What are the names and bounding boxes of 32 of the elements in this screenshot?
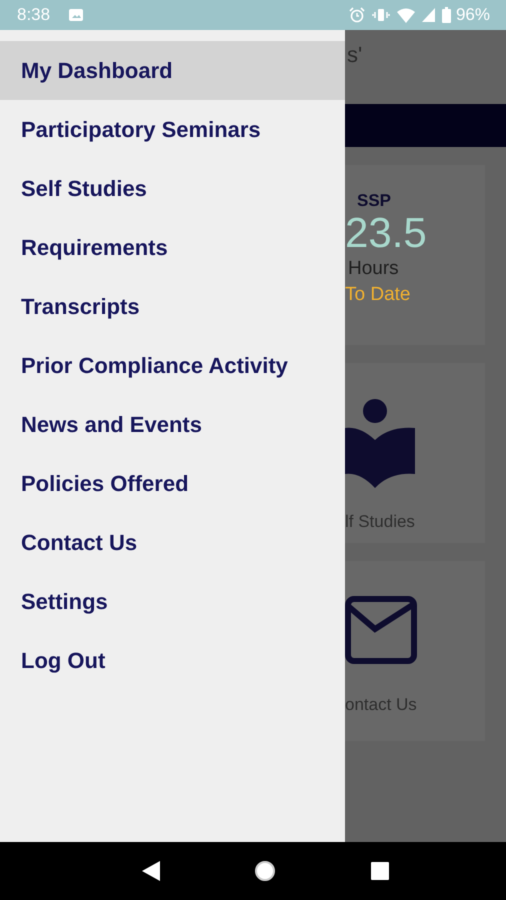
menu-item[interactable]: Contact Us bbox=[0, 513, 345, 572]
menu-item[interactable]: News and Events bbox=[0, 395, 345, 454]
hours-value: 23.5 bbox=[345, 211, 427, 256]
battery-icon bbox=[442, 7, 451, 23]
vibrate-icon bbox=[372, 7, 390, 23]
back-icon[interactable] bbox=[142, 861, 160, 881]
menu-item[interactable]: Prior Compliance Activity bbox=[0, 336, 345, 395]
page-title: s' bbox=[347, 42, 362, 68]
card-title: SSP bbox=[357, 191, 392, 211]
menu-item[interactable]: Log Out bbox=[0, 631, 345, 690]
image-icon bbox=[69, 9, 84, 21]
clock-time: 8:38 bbox=[17, 5, 50, 25]
battery-percent: 96% bbox=[456, 5, 490, 25]
hours-unit: Hours bbox=[348, 258, 399, 280]
menu-item[interactable]: Requirements bbox=[0, 218, 345, 277]
envelope-icon bbox=[345, 596, 417, 664]
card-label: lf Studies bbox=[345, 512, 415, 532]
menu-item[interactable]: Policies Offered bbox=[0, 454, 345, 513]
wifi-icon bbox=[396, 8, 415, 22]
dashboard-card[interactable]: SSP 23.5 Hours To Date bbox=[345, 165, 485, 345]
home-icon[interactable] bbox=[254, 860, 276, 882]
menu-item[interactable]: Self Studies bbox=[0, 159, 345, 218]
recents-icon[interactable] bbox=[370, 862, 389, 880]
card-label: ontact Us bbox=[345, 695, 417, 715]
signal-icon bbox=[422, 8, 435, 22]
menu-item[interactable]: Participatory Seminars bbox=[0, 100, 345, 159]
menu-item[interactable]: My Dashboard bbox=[0, 41, 345, 100]
menu-item[interactable]: Transcripts bbox=[0, 277, 345, 336]
reader-book-icon bbox=[345, 398, 415, 490]
menu-item[interactable]: Settings bbox=[0, 572, 345, 631]
card-caption: To Date bbox=[345, 284, 410, 306]
alarm-icon bbox=[348, 7, 365, 23]
